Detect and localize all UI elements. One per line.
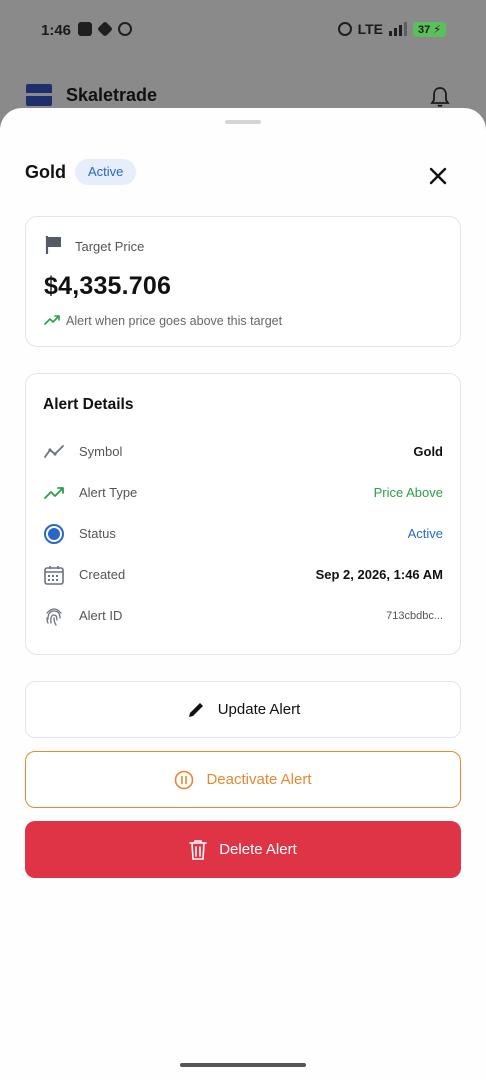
- deactivate-alert-button[interactable]: Deactivate Alert: [25, 751, 461, 808]
- update-alert-button[interactable]: Update Alert: [25, 681, 461, 738]
- fingerprint-icon: [46, 608, 62, 626]
- pencil-icon: [188, 702, 203, 717]
- update-alert-label: Update Alert: [217, 701, 301, 718]
- notification-icons: [78, 21, 132, 37]
- detail-row-created: Created Sep 2, 2026, 1:46 AM: [26, 563, 460, 587]
- status-badge: Active: [75, 159, 137, 185]
- sheet-title: Gold: [25, 162, 66, 182]
- app-header: Skaletrade: [26, 84, 157, 106]
- alert-details-title: Alert Details: [43, 396, 134, 413]
- detail-row-status: Status Active: [26, 522, 460, 546]
- status-bar: 1:46 LTE 37 ⚡: [0, 0, 486, 60]
- calendar-icon: [44, 566, 64, 585]
- delete-alert-button[interactable]: Delete Alert: [25, 821, 461, 878]
- app-logo-icon: [26, 84, 52, 106]
- target-price-label: Target Price: [75, 239, 145, 254]
- alert-details-card: Alert Details Symbol Gold Alert Type Pri…: [25, 373, 461, 655]
- trending-up-icon: [44, 487, 64, 499]
- drag-handle[interactable]: [225, 120, 261, 124]
- app-notification-icon: [97, 21, 113, 37]
- bell-icon[interactable]: [430, 86, 450, 108]
- target-price-value: $4,335.706: [44, 272, 172, 300]
- hotspot-icon: [337, 22, 352, 36]
- detail-value: Active: [407, 526, 443, 541]
- detail-value: Gold: [413, 444, 443, 459]
- trending-up-icon: [44, 315, 60, 325]
- deactivate-alert-label: Deactivate Alert: [206, 771, 312, 788]
- detail-row-alert-id: Alert ID 713cbdbc...: [26, 604, 460, 628]
- detail-row-symbol: Symbol Gold: [26, 440, 460, 464]
- detail-label: Alert Type: [79, 485, 138, 500]
- status-right: LTE 37 ⚡: [337, 21, 446, 37]
- target-price-card: Target Price $4,335.706 Alert when price…: [25, 216, 461, 347]
- detail-label: Symbol: [79, 444, 123, 459]
- home-indicator[interactable]: [180, 1063, 306, 1067]
- detail-value: Price Above: [373, 485, 443, 500]
- network-type: LTE: [357, 21, 383, 37]
- whatsapp-icon: [118, 22, 132, 36]
- delete-alert-label: Delete Alert: [219, 841, 297, 858]
- flag-icon: [45, 236, 61, 254]
- detail-row-alert-type: Alert Type Price Above: [26, 481, 460, 505]
- chart-line-icon: [44, 445, 64, 458]
- detail-value: 713cbdbc...: [386, 610, 443, 622]
- app-notification-icon: [78, 22, 92, 36]
- pause-circle-icon: [175, 770, 194, 789]
- alert-bottom-sheet: Gold Active Target Price $4,335.706 Aler…: [0, 108, 486, 1080]
- battery-icon: 37 ⚡: [412, 21, 446, 37]
- close-icon[interactable]: [426, 164, 450, 188]
- signal-icon: [388, 22, 407, 36]
- detail-label: Alert ID: [79, 608, 123, 623]
- detail-label: Status: [79, 526, 116, 541]
- target-price-hint: Alert when price goes above this target: [66, 314, 283, 328]
- detail-label: Created: [79, 567, 126, 582]
- trash-icon: [189, 839, 208, 860]
- app-name: Skaletrade: [66, 84, 158, 105]
- status-dot-icon: [44, 524, 64, 544]
- status-time: 1:46: [41, 22, 72, 39]
- battery-level: 37: [417, 23, 431, 36]
- detail-value: Sep 2, 2026, 1:46 AM: [315, 567, 443, 582]
